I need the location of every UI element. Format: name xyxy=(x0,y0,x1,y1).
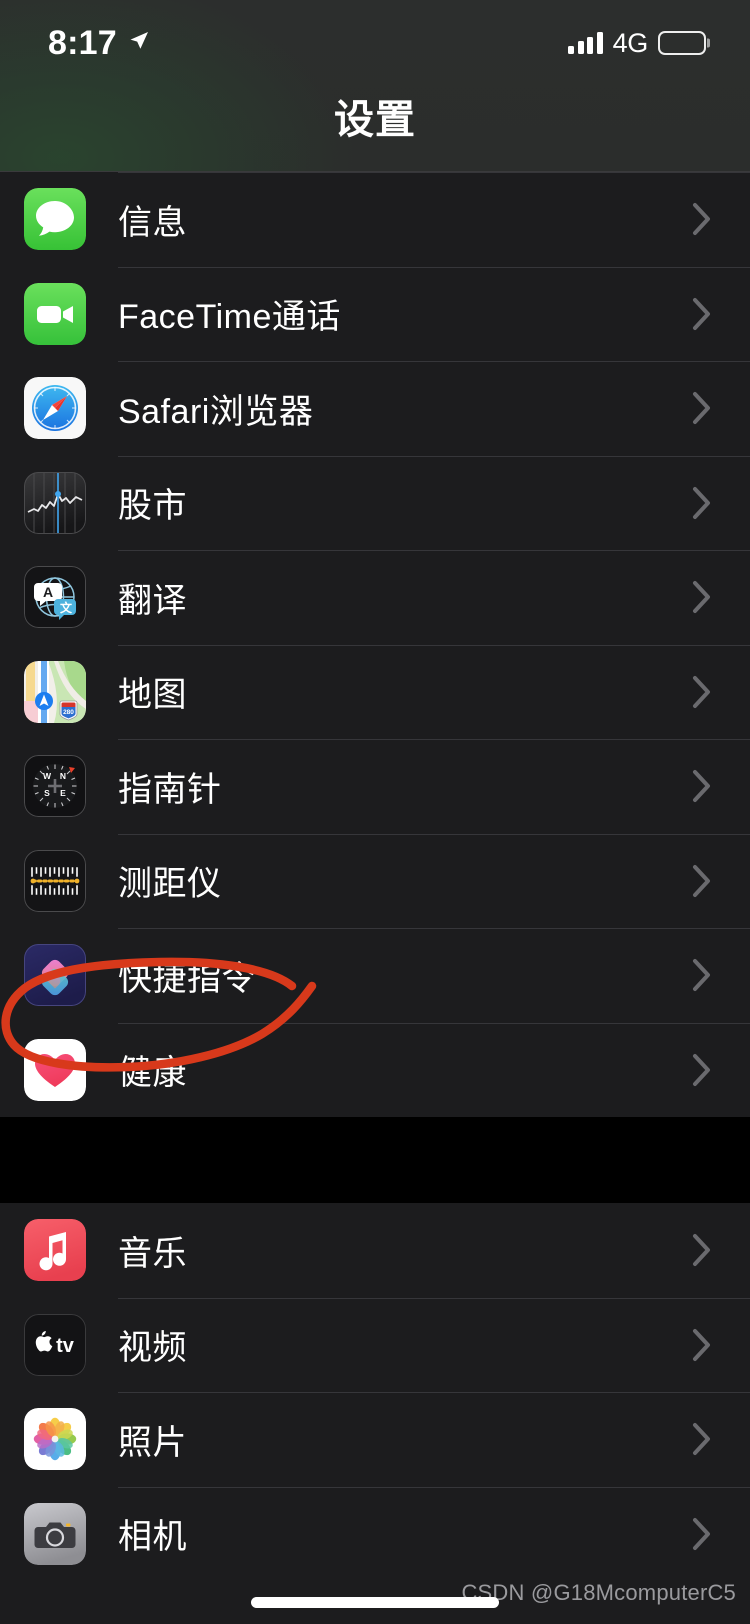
status-bar: 8:17 4G xyxy=(0,0,750,86)
settings-row-label: 地图 xyxy=(118,676,187,715)
settings-row-label: Safari浏览器 xyxy=(118,392,314,431)
chevron-right-icon xyxy=(692,1328,712,1362)
settings-row-compass[interactable]: N W S E 指南针 xyxy=(0,739,750,834)
settings-row-messages[interactable]: 信息 xyxy=(0,172,750,267)
chevron-right-icon xyxy=(692,202,712,236)
battery-icon xyxy=(658,31,706,55)
status-bar-clock: 8:17 xyxy=(48,24,117,62)
row-separator xyxy=(118,455,750,457)
settings-group-apps-primary: 信息 FaceTime通话 Safari浏览器 股市 A 文 翻译 280 地图… xyxy=(0,172,750,1117)
settings-row-safari[interactable]: Safari浏览器 xyxy=(0,361,750,456)
settings-row-label: 指南针 xyxy=(118,770,222,809)
svg-text:文: 文 xyxy=(60,600,73,615)
settings-row-label: 照片 xyxy=(118,1423,187,1462)
chevron-right-icon xyxy=(692,769,712,803)
chevron-right-icon xyxy=(692,864,712,898)
camera-icon xyxy=(24,1502,86,1565)
svg-text:280: 280 xyxy=(63,709,74,716)
row-separator xyxy=(118,833,750,835)
settings-row-video[interactable]: tv 视频 xyxy=(0,1297,750,1392)
health-icon xyxy=(24,1038,86,1101)
settings-screen: 8:17 4G 设置 信息 FaceTime通话 Safari浏览器 股市 A … xyxy=(0,0,750,1624)
row-separator xyxy=(118,739,750,740)
row-separator xyxy=(118,1392,750,1393)
settings-row-stocks[interactable]: 股市 xyxy=(0,455,750,550)
status-bar-right: 4G xyxy=(568,28,706,59)
maps-icon: 280 xyxy=(24,660,86,723)
settings-row-label: 快捷指令 xyxy=(118,959,256,998)
chevron-right-icon xyxy=(692,1422,712,1456)
settings-row-photos[interactable]: 照片 xyxy=(0,1392,750,1487)
row-separator xyxy=(118,1022,750,1024)
settings-row-label: 信息 xyxy=(118,203,187,242)
svg-text:A: A xyxy=(43,584,53,600)
compass-icon: N W S E xyxy=(24,755,86,818)
appletv-icon: tv xyxy=(24,1313,86,1376)
row-separator xyxy=(118,1297,750,1299)
chevron-right-icon xyxy=(692,580,712,614)
chevron-right-icon xyxy=(692,391,712,425)
row-separator xyxy=(118,172,750,173)
settings-row-measure[interactable]: 测距仪 xyxy=(0,833,750,928)
row-separator xyxy=(118,266,750,268)
row-separator xyxy=(118,1486,750,1488)
safari-icon xyxy=(24,377,86,440)
settings-row-camera[interactable]: 相机 xyxy=(0,1486,750,1581)
measure-icon xyxy=(24,849,86,912)
svg-text:tv: tv xyxy=(56,1335,75,1357)
settings-row-translate[interactable]: A 文 翻译 xyxy=(0,550,750,645)
settings-row-label: FaceTime通话 xyxy=(118,298,341,337)
settings-group-apps-media: 音乐 tv 视频 照片 相机 xyxy=(0,1203,750,1581)
settings-row-health[interactable]: 健康 xyxy=(0,1022,750,1117)
row-separator xyxy=(118,928,750,929)
row-separator xyxy=(118,361,750,362)
facetime-icon xyxy=(24,282,86,345)
row-separator xyxy=(118,644,750,646)
chevron-right-icon xyxy=(692,486,712,520)
settings-row-label: 测距仪 xyxy=(118,865,222,904)
page-title: 设置 xyxy=(334,98,416,142)
chevron-right-icon xyxy=(692,1233,712,1267)
watermark-label: CSDN @G18McomputerC5 xyxy=(461,1580,736,1605)
svg-text:N: N xyxy=(60,771,66,781)
settings-row-label: 音乐 xyxy=(118,1234,187,1273)
chevron-right-icon xyxy=(692,1517,712,1551)
navigation-bar: 8:17 4G 设置 xyxy=(0,0,750,172)
chevron-right-icon xyxy=(692,675,712,709)
stocks-icon xyxy=(24,471,86,534)
chevron-right-icon xyxy=(692,297,712,331)
settings-row-label: 健康 xyxy=(118,1054,187,1093)
photos-icon xyxy=(24,1408,86,1471)
section-gap xyxy=(0,1117,750,1203)
location-arrow-icon xyxy=(127,29,151,58)
status-bar-left: 8:17 xyxy=(48,26,151,60)
svg-text:S: S xyxy=(44,788,50,798)
svg-text:E: E xyxy=(60,788,66,798)
chevron-right-icon xyxy=(692,958,712,992)
cellular-signal-icon xyxy=(568,32,603,54)
music-icon xyxy=(24,1219,86,1282)
shortcuts-icon xyxy=(24,944,86,1007)
settings-row-label: 股市 xyxy=(118,487,187,526)
chevron-right-icon xyxy=(692,1053,712,1087)
row-separator xyxy=(118,550,750,551)
settings-row-label: 相机 xyxy=(118,1518,187,1557)
settings-row-label: 翻译 xyxy=(118,581,187,620)
home-indicator[interactable] xyxy=(251,1597,499,1608)
settings-row-facetime[interactable]: FaceTime通话 xyxy=(0,266,750,361)
svg-text:W: W xyxy=(43,771,52,781)
settings-row-maps[interactable]: 280 地图 xyxy=(0,644,750,739)
translate-icon: A 文 xyxy=(24,566,86,629)
settings-row-label: 视频 xyxy=(118,1329,187,1368)
carrier-label: 4G xyxy=(612,27,649,58)
settings-row-shortcuts[interactable]: 快捷指令 xyxy=(0,928,750,1023)
messages-icon xyxy=(24,188,86,251)
settings-row-music[interactable]: 音乐 xyxy=(0,1203,750,1298)
